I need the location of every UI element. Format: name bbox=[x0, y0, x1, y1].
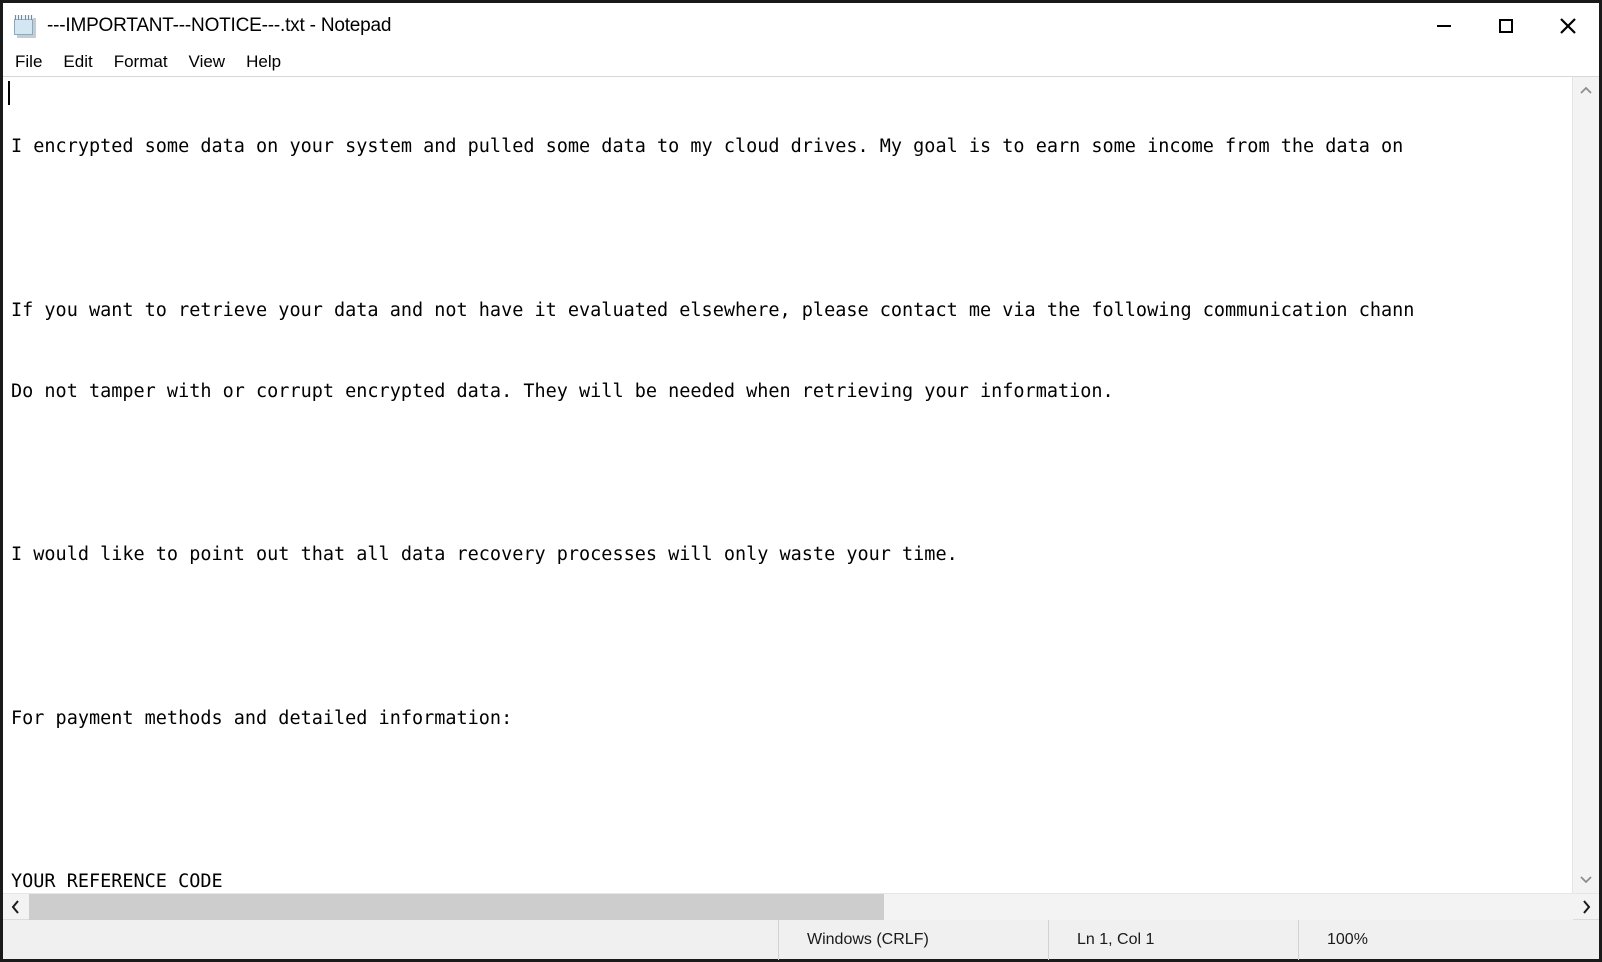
menu-item-help[interactable]: Help bbox=[246, 52, 292, 72]
chevron-down-icon[interactable] bbox=[1573, 869, 1599, 889]
status-blank-cell bbox=[3, 920, 778, 960]
title-bar: ---IMPORTANT---NOTICE---.txt - Notepad bbox=[3, 3, 1599, 48]
horizontal-scrollbar[interactable] bbox=[3, 893, 1599, 920]
menu-item-file[interactable]: File bbox=[15, 52, 53, 72]
text-caret bbox=[8, 81, 10, 105]
text-line bbox=[11, 460, 1545, 487]
vertical-scrollbar[interactable] bbox=[1572, 77, 1599, 893]
text-line-reference-code-label: YOUR REFERENCE CODE bbox=[11, 870, 223, 892]
horizontal-scrollbar-thumb[interactable] bbox=[29, 893, 884, 920]
document-text: I encrypted some data on your system and… bbox=[11, 77, 1545, 893]
chevron-right-icon[interactable] bbox=[1573, 894, 1599, 920]
window-controls bbox=[1413, 3, 1599, 48]
text-line: I encrypted some data on your system and… bbox=[11, 136, 1404, 158]
maximize-button[interactable] bbox=[1475, 3, 1537, 48]
status-cursor-position: Ln 1, Col 1 bbox=[1048, 919, 1298, 960]
text-line: If you want to retrieve your data and no… bbox=[11, 299, 1415, 321]
menu-item-view[interactable]: View bbox=[189, 52, 237, 72]
chevron-left-icon[interactable] bbox=[3, 894, 29, 920]
text-editor[interactable]: I encrypted some data on your system and… bbox=[3, 77, 1572, 893]
text-line bbox=[11, 623, 1545, 650]
menu-bar: File Edit Format View Help bbox=[3, 48, 1599, 77]
text-line: Do not tamper with or corrupt encrypted … bbox=[11, 381, 1114, 403]
close-button[interactable] bbox=[1537, 3, 1599, 48]
horizontal-scrollbar-track[interactable] bbox=[29, 893, 1573, 920]
text-line bbox=[11, 786, 1545, 813]
text-line bbox=[11, 215, 1545, 242]
status-bar: Windows (CRLF) Ln 1, Col 1 100% bbox=[3, 919, 1599, 960]
minimize-button[interactable] bbox=[1413, 3, 1475, 48]
text-line: For payment methods and detailed informa… bbox=[11, 707, 513, 729]
chevron-up-icon[interactable] bbox=[1573, 81, 1599, 101]
title-bar-left: ---IMPORTANT---NOTICE---.txt - Notepad bbox=[3, 13, 391, 39]
notepad-icon bbox=[13, 13, 37, 39]
status-line-ending: Windows (CRLF) bbox=[778, 919, 1048, 960]
window-title: ---IMPORTANT---NOTICE---.txt - Notepad bbox=[47, 14, 392, 36]
editor-area: I encrypted some data on your system and… bbox=[3, 77, 1599, 893]
text-line: I would like to point out that all data … bbox=[11, 544, 958, 566]
status-zoom-level: 100% bbox=[1298, 919, 1599, 960]
menu-item-edit[interactable]: Edit bbox=[63, 52, 103, 72]
menu-item-format[interactable]: Format bbox=[114, 52, 179, 72]
notepad-window: ---IMPORTANT---NOTICE---.txt - Notepad F… bbox=[0, 0, 1602, 962]
